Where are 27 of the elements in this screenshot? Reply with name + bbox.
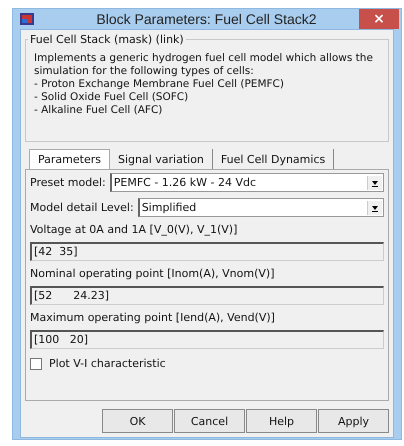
close-button[interactable]: × (359, 9, 399, 29)
dialog-button[interactable]: Cancel (174, 409, 245, 433)
checkbox[interactable] (30, 358, 42, 370)
description-text: - Alkaline Fuel Cell (AFC) (34, 104, 164, 117)
dialog-button[interactable]: Help (246, 409, 317, 433)
input-field[interactable]: [42 35] (30, 242, 384, 261)
field-label: Nominal operating point [Inom(A), Vnom(V)] (30, 267, 276, 280)
dropdown[interactable]: Simplified (138, 198, 384, 217)
input-field[interactable]: [100 20] (30, 330, 384, 349)
description-text: - Proton Exchange Membrane Fuel Cell (PEMFC) (34, 78, 285, 91)
dropdown[interactable]: PEMFC - 1.26 kW - 24 Vdc (110, 173, 384, 192)
input-field[interactable]: [52 24.23] (30, 286, 384, 305)
description-text: - Solid Oxide Fuel Cell (SOFC) (34, 91, 190, 104)
dialog-button[interactable]: OK (102, 409, 173, 433)
tab[interactable]: Signal variation (110, 149, 213, 169)
field-label: Preset model: (30, 176, 106, 189)
field-label: Maximum operating point [Iend(A), Vend(V)] (30, 311, 276, 324)
tab[interactable]: Parameters (29, 149, 110, 169)
tab[interactable]: Fuel Cell Dynamics (212, 149, 334, 169)
group-title: Fuel Cell Stack (mask) (link) (29, 33, 185, 46)
description-text: Implements a generic hydrogen fuel cell model which allows the simulation for the following types of cells: (34, 52, 374, 78)
field-label: Model detail Level: (30, 201, 134, 214)
app-icon (20, 13, 34, 25)
field-label: Voltage at 0A and 1A [V_0(V), V_1(V)] (30, 223, 238, 236)
dialog-button[interactable]: Apply (318, 409, 389, 433)
checkbox-label: Plot V-I characteristic (49, 357, 166, 370)
window-title: Block Parameters: Fuel Cell Stack2 (95, 11, 318, 27)
